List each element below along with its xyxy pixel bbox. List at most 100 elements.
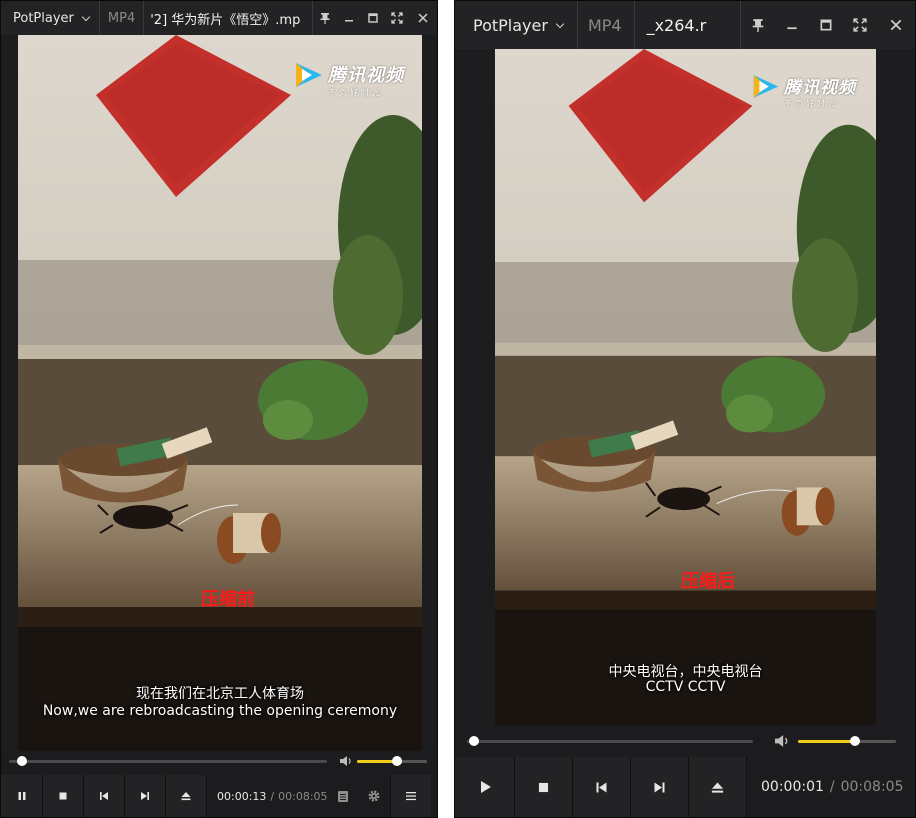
subtitle-zh: 现在我们在北京工人体育场: [136, 686, 304, 702]
pause-button[interactable]: [1, 775, 43, 817]
maximize-icon: [820, 19, 832, 31]
close-button[interactable]: [409, 1, 437, 35]
watermark-brand: 腾讯视频: [784, 78, 856, 98]
maximize-button[interactable]: [809, 1, 843, 49]
time-current: 00:00:01: [761, 779, 824, 795]
watermark: 腾讯视频 不负好时光: [296, 61, 404, 98]
video-frame: [495, 49, 876, 727]
previous-button[interactable]: [84, 775, 125, 817]
menu-icon: [406, 792, 416, 801]
app-menu-button[interactable]: PotPlayer: [455, 1, 577, 49]
app-menu-label: PotPlayer: [13, 10, 74, 26]
close-button[interactable]: [877, 1, 915, 49]
playlist-button[interactable]: [329, 775, 357, 817]
time-duration: 00:08:05: [840, 779, 904, 795]
control-bar: 00:00:01 / 00:08:05: [455, 725, 915, 817]
pin-button[interactable]: [313, 1, 337, 35]
gear-icon: [368, 790, 379, 802]
stop-icon: [538, 782, 549, 792]
play-icon: [480, 781, 491, 793]
previous-button[interactable]: [573, 757, 631, 817]
video-area[interactable]: 腾讯视频 不负好时光 压缩后 中央电视台，中央电视台 CCTV CCTV: [495, 49, 876, 727]
previous-icon: [100, 792, 108, 800]
subtitle-en: Now,we are rebroadcasting the opening ce…: [42, 703, 398, 719]
close-icon: [890, 19, 902, 31]
previous-icon: [596, 782, 607, 792]
eject-button[interactable]: [689, 757, 747, 817]
tab-format[interactable]: MP4: [576, 1, 634, 49]
next-button[interactable]: [631, 757, 689, 817]
playlist-icon: [338, 790, 348, 802]
settings-button[interactable]: [357, 775, 391, 817]
stop-button[interactable]: [515, 757, 573, 817]
subtitle-en: CCTV CCTV: [645, 679, 726, 695]
pin-icon: [320, 13, 330, 24]
pin-icon: [752, 19, 764, 32]
close-icon: [418, 13, 428, 23]
time-display: 00:00:01 / 00:08:05: [747, 757, 904, 817]
seek-handle[interactable]: [17, 756, 27, 766]
eject-button[interactable]: [166, 775, 207, 817]
volume-slider[interactable]: [798, 736, 896, 746]
minimize-button[interactable]: [337, 1, 361, 35]
volume-icon[interactable]: [339, 755, 353, 767]
app-menu-label: PotPlayer: [473, 15, 548, 35]
player-window-right: PotPlayer MP4 _x264.r 腾讯视频 不负好时光 压缩后 中央电…: [454, 0, 916, 818]
tab-format[interactable]: MP4: [98, 1, 143, 35]
tab-file-name[interactable]: _x264.r: [633, 1, 716, 49]
time-display: 00:00:13 / 00:08:05: [207, 775, 329, 817]
main-menu-button[interactable]: [391, 775, 431, 817]
volume-slider[interactable]: [357, 756, 427, 766]
title-bar: PotPlayer MP4 '2] 华为新片《悟空》.mp: [1, 1, 437, 35]
next-icon: [654, 782, 665, 792]
time-current: 00:00:13: [217, 789, 267, 803]
volume-level-fill: [798, 740, 855, 743]
video-area[interactable]: 腾讯视频 不负好时光 压缩前 现在我们在北京工人体育场 Now,we are r…: [18, 35, 422, 751]
video-frame: [18, 35, 422, 751]
play-button[interactable]: [455, 757, 515, 817]
stop-icon: [59, 792, 67, 800]
transport-controls: 00:00:13 / 00:08:05: [1, 775, 437, 817]
watermark-brand: 腾讯视频: [328, 65, 404, 86]
maximize-icon: [368, 13, 378, 23]
player-window-left: PotPlayer MP4 '2] 华为新片《悟空》.mp 腾讯视频 不负好时光…: [0, 0, 438, 818]
transport-controls: 00:00:01 / 00:08:05: [455, 757, 915, 817]
eject-icon: [711, 782, 724, 793]
maximize-button[interactable]: [361, 1, 385, 35]
control-bar: 00:00:13 / 00:08:05: [1, 751, 437, 817]
minimize-button[interactable]: [775, 1, 809, 49]
fullscreen-icon: [853, 18, 867, 32]
tencent-video-logo-icon: [296, 63, 322, 87]
subtitle-zh: 中央电视台，中央电视台: [608, 664, 763, 680]
stop-button[interactable]: [43, 775, 84, 817]
app-menu-button[interactable]: PotPlayer: [1, 1, 99, 35]
pause-icon: [18, 792, 25, 800]
chevron-down-icon: [81, 12, 91, 21]
seek-handle[interactable]: [469, 736, 479, 746]
tab-file-name[interactable]: '2] 华为新片《悟空》.mp: [143, 1, 303, 35]
pin-button[interactable]: [741, 1, 775, 49]
fullscreen-icon: [391, 12, 403, 24]
title-bar: PotPlayer MP4 _x264.r: [455, 1, 915, 49]
minimize-icon: [787, 27, 797, 30]
next-icon: [141, 792, 149, 800]
time-separator: /: [270, 789, 275, 803]
seek-bar[interactable]: [467, 736, 753, 746]
volume-icon[interactable]: [773, 734, 791, 748]
volume-level-fill: [357, 760, 397, 763]
window-controls: [312, 1, 437, 35]
volume-handle[interactable]: [392, 756, 402, 766]
compression-note: 压缩前: [201, 589, 255, 610]
fullscreen-button[interactable]: [843, 1, 877, 49]
compression-note: 压缩后: [681, 571, 735, 592]
window-controls: [740, 1, 915, 49]
fullscreen-button[interactable]: [385, 1, 409, 35]
volume-handle[interactable]: [850, 736, 860, 746]
seek-bar[interactable]: [9, 756, 327, 766]
minimize-icon: [345, 20, 353, 22]
chevron-down-icon: [555, 19, 565, 28]
time-duration: 00:08:05: [278, 789, 328, 803]
eject-icon: [181, 792, 191, 801]
watermark-slogan: 不负好时光: [328, 88, 383, 97]
next-button[interactable]: [125, 775, 166, 817]
